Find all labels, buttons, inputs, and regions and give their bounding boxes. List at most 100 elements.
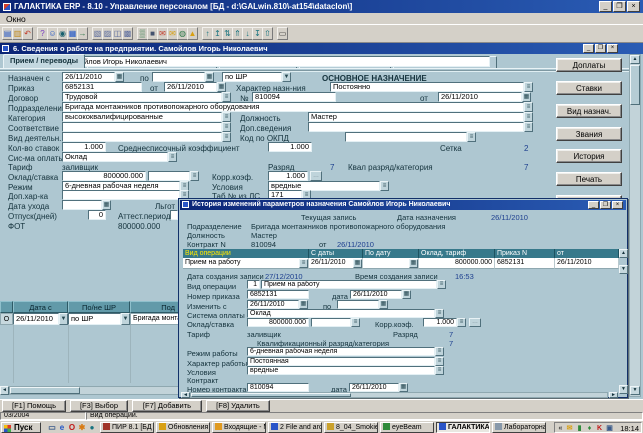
list-icon[interactable]: ≡ <box>435 347 444 356</box>
dop-svedeniya-field[interactable] <box>308 122 524 132</box>
vid-naznach-button[interactable]: Вид назнач. <box>556 104 622 118</box>
list-icon[interactable]: ≡ <box>457 318 466 327</box>
calendar-icon[interactable]: ▦ <box>115 72 124 82</box>
kolvo-stavok-field[interactable]: 1.000 <box>62 142 106 152</box>
calendar-icon[interactable]: ▦ <box>399 383 408 392</box>
list-icon[interactable]: ≡ <box>222 92 231 102</box>
dialog-close-button[interactable]: × <box>612 201 623 209</box>
f7-add-button[interactable]: [F7] Добавить <box>132 400 202 412</box>
harakter-raboty-field[interactable]: Постоянная <box>247 357 435 366</box>
list-icon[interactable]: ≡ <box>351 318 360 327</box>
sootvetstvie-field[interactable] <box>62 122 222 132</box>
tray-expand-icon[interactable]: « <box>556 424 565 433</box>
scroll-down-icon[interactable]: ▼ <box>619 385 628 394</box>
harakter-field[interactable]: Постоянно <box>330 82 524 92</box>
list-icon[interactable]: ≡ <box>524 112 533 122</box>
kategoriya-field[interactable]: высококвалифицированные <box>62 112 222 122</box>
media-player-icon[interactable]: ✱ <box>77 423 87 433</box>
naznachen-s-field[interactable]: 26/11/2010 <box>62 72 115 82</box>
mail-notify-icon[interactable]: ✉ <box>565 424 574 433</box>
sredn-koef-field[interactable]: 1.000 <box>268 142 312 152</box>
izmenit-s-field[interactable]: 26/11/2010 <box>247 300 299 309</box>
task-button-6[interactable]: eyeBeam <box>380 422 434 433</box>
podrazdelenie-column-header[interactable]: Под <box>130 301 179 313</box>
stavki-button[interactable]: Ставки <box>556 81 622 95</box>
list-icon[interactable]: ≡ <box>437 280 446 289</box>
start-button[interactable]: Пуск <box>1 422 41 433</box>
print-icon[interactable]: ▭ <box>277 27 288 40</box>
oklad-field[interactable]: 800000.000 <box>62 171 146 181</box>
sistema-oplaty-field[interactable]: Оклад <box>247 309 435 318</box>
window-grid-icon[interactable]: ▩ <box>122 27 133 40</box>
row-podrazdelenie-cell[interactable]: Бригада монта <box>130 313 179 325</box>
dialog-oklad-currency-field[interactable] <box>311 318 351 327</box>
task-button-1[interactable]: ПИР 8.1 [БД - Р... <box>100 422 154 433</box>
scroll-left-icon[interactable]: ◄ <box>181 392 190 398</box>
dialog-oklad-field[interactable]: 800000.000 <box>247 318 309 327</box>
pechat-button[interactable]: Печать <box>556 172 622 186</box>
list-icon[interactable]: ≡ <box>524 122 533 132</box>
scroll-up-icon[interactable]: ▲ <box>619 249 628 258</box>
ot-column-header[interactable]: от <box>555 249 619 258</box>
undo-icon[interactable]: ↶ <box>22 27 33 40</box>
prikaz-field[interactable]: 6852131 <box>62 82 142 92</box>
grid-cell-prikaz-n[interactable]: 6852131 <box>495 258 555 269</box>
otpusk-field[interactable]: 0 <box>88 210 106 220</box>
network-icon[interactable]: ▣ <box>605 424 614 433</box>
list-icon[interactable]: ≡ <box>222 112 231 122</box>
nomer-prikaza-field[interactable]: 6852131 <box>247 290 309 299</box>
vid-operacii-kod-field[interactable]: 1 <box>247 280 260 289</box>
f8-delete-button[interactable]: [F8] Удалить <box>206 400 270 412</box>
more-icon[interactable]: … <box>310 171 322 181</box>
vid-operacii-field[interactable]: Прием на работу <box>261 280 437 289</box>
data-uhoda-field[interactable] <box>62 200 102 210</box>
calendar-icon[interactable]: ▦ <box>217 82 226 92</box>
scrollbar-thumb[interactable] <box>630 65 640 105</box>
internet-explorer-icon[interactable]: e <box>57 423 67 433</box>
oklad-tarif-column-header[interactable]: Оклад, тариф <box>419 249 495 258</box>
dop-harka-field[interactable] <box>62 190 180 200</box>
window-minimize-button[interactable]: _ <box>583 44 594 53</box>
app-maximize-button[interactable]: ❐ <box>613 1 626 12</box>
app-minimize-button[interactable]: _ <box>599 1 612 12</box>
chevron-down-icon[interactable]: ▼ <box>59 313 68 325</box>
row-po-shr-field[interactable]: по ШР <box>68 313 121 325</box>
messenger-icon[interactable]: ● <box>87 423 97 433</box>
list-icon[interactable]: ≡ <box>467 132 476 142</box>
fio-field[interactable]: Самойлов Игорь Николаевич <box>62 56 490 67</box>
dialog-korr-field[interactable]: 1.000 <box>423 318 457 327</box>
vertical-scrollbar[interactable] <box>629 54 641 397</box>
okpd-field[interactable] <box>345 132 467 142</box>
list-icon[interactable]: ≡ <box>299 259 308 268</box>
show-desktop-icon[interactable]: ▭ <box>47 423 57 433</box>
app-close-button[interactable]: × <box>627 1 640 12</box>
zvaniya-button[interactable]: Звания <box>556 127 622 141</box>
calendar-icon[interactable]: ▦ <box>522 92 531 102</box>
kontrakt-data-field[interactable]: 26/11/2010 <box>349 383 399 392</box>
dogovor-nomer-field[interactable]: 810094 <box>252 92 336 102</box>
list-icon[interactable]: ≡ <box>222 132 231 142</box>
calendar-icon[interactable]: ▦ <box>205 72 214 82</box>
marker-column-header[interactable] <box>0 301 13 313</box>
shift-icon[interactable]: ⇧ <box>262 27 273 40</box>
po-ne-shr-column-header[interactable]: По/не ШР <box>68 301 130 313</box>
calendar-icon[interactable]: ▦ <box>353 259 362 268</box>
more-icon[interactable]: … <box>469 318 481 327</box>
scrollbar-thumb[interactable] <box>10 387 80 394</box>
dogovor-field[interactable]: Трудовой <box>62 92 222 102</box>
scrollbar-thumb[interactable] <box>191 393 351 397</box>
window-close-button[interactable]: × <box>607 44 618 53</box>
f1-help-button[interactable]: [F1] Помощь <box>2 400 66 412</box>
tab-priem-perevody[interactable]: Прием / переводы <box>3 54 85 68</box>
run-icon[interactable]: → <box>77 27 88 40</box>
dolzhnost-field[interactable]: Мастер <box>308 112 524 122</box>
naznachenie-vid-field[interactable]: по ШР <box>222 72 282 82</box>
rezhim-raboty-field[interactable]: 6-дневная рабочая неделя <box>247 347 435 356</box>
scroll-down-icon[interactable]: ▼ <box>630 386 640 395</box>
prikaz-ot-field[interactable]: 26/11/2010 <box>164 82 217 92</box>
scroll-up-icon[interactable]: ▲ <box>630 55 640 64</box>
sisma-oplaty-field[interactable]: Оклад <box>62 152 168 162</box>
data-s-column-header[interactable]: Дата с <box>13 301 68 313</box>
istoriya-button[interactable]: История <box>556 149 622 163</box>
scroll-right-icon[interactable]: ► <box>609 392 618 398</box>
